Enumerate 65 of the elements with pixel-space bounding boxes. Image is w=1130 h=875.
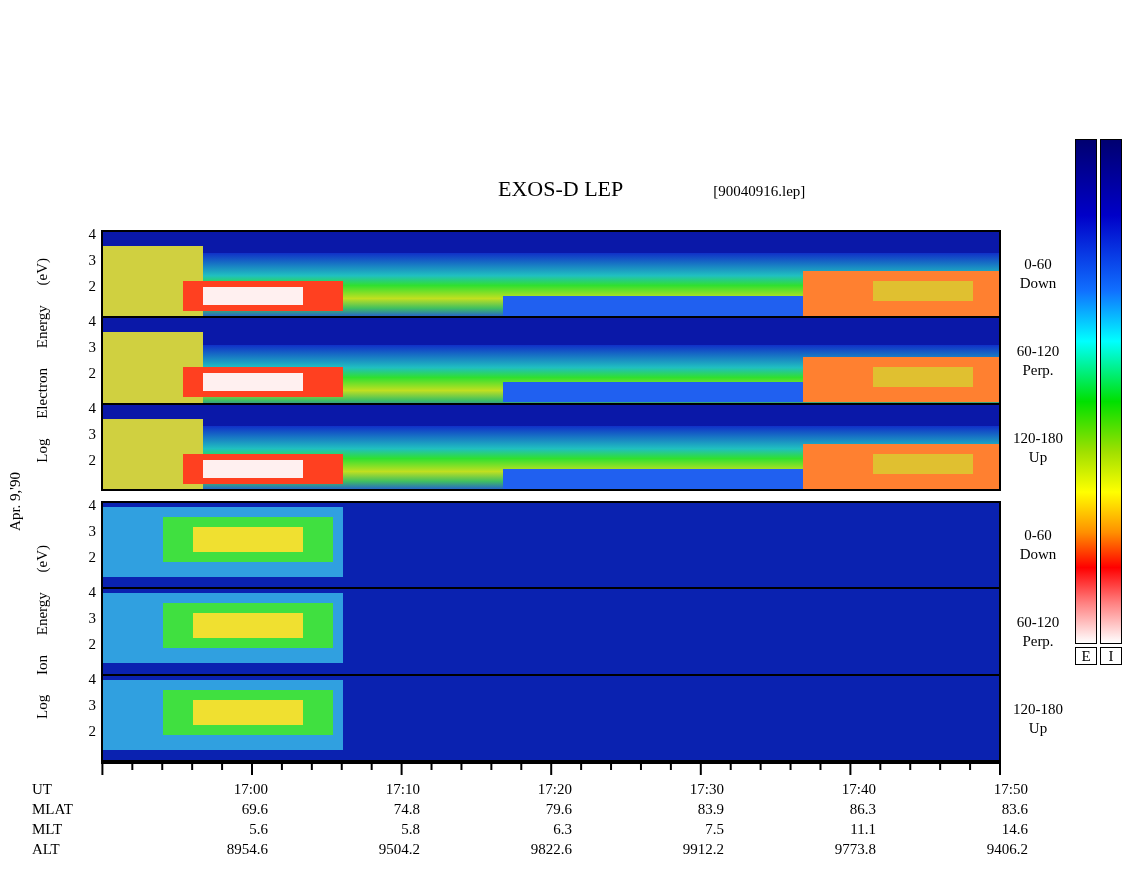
table-value: 17:20: [536, 780, 572, 799]
direction-label: Up: [1028, 718, 1048, 738]
colorbar-label: I: [1100, 647, 1122, 665]
tick-label: 2: [88, 451, 96, 469]
tick-label: 3: [88, 522, 96, 540]
table-value: 5.6: [248, 820, 268, 839]
angle-range-label: 120-180: [1013, 699, 1063, 719]
direction-label: Up: [1028, 447, 1048, 467]
tick-label: 4: [88, 225, 96, 243]
tick-label: 4: [88, 496, 96, 514]
date-label: Apr. 9,'90: [6, 471, 24, 531]
axis-label: Log Ion Energy (eV): [33, 544, 51, 719]
table-value: 9773.8: [833, 840, 876, 859]
tick-label: 2: [88, 722, 96, 740]
direction-label: Down: [1019, 544, 1057, 564]
table-value: 11.1: [849, 820, 876, 839]
axis-label: Log Electron Energy (eV): [33, 258, 51, 463]
row-label: UT: [31, 780, 53, 799]
colorbar-label: E: [1075, 647, 1097, 665]
table-value: 14.6: [1000, 820, 1028, 839]
table-value: 7.5: [704, 820, 724, 839]
angle-range-label: 60-120: [1016, 612, 1060, 632]
tick-label: 4: [88, 399, 96, 417]
row-label: MLAT: [31, 800, 74, 819]
tick-label: 4: [88, 670, 96, 688]
row-label: ALT: [31, 840, 61, 859]
table-value: 9912.2: [681, 840, 724, 859]
tick-label: 3: [88, 251, 96, 269]
angle-range-label: 120-180: [1013, 428, 1063, 448]
tick-label: 2: [88, 277, 96, 295]
tick-label: 3: [88, 609, 96, 627]
tick-label: 2: [88, 548, 96, 566]
table-value: 5.8: [400, 820, 420, 839]
direction-label: Perp.: [1022, 360, 1054, 380]
table-value: 17:00: [232, 780, 268, 799]
table-value: 83.6: [1000, 800, 1028, 819]
tick-label: 4: [88, 312, 96, 330]
table-value: 8954.6: [225, 840, 268, 859]
angle-range-label: 0-60: [1024, 525, 1052, 545]
file-name: [90040916.lep]: [713, 183, 806, 200]
table-value: 74.8: [392, 800, 420, 819]
table-value: 9822.6: [529, 840, 572, 859]
table-value: 83.9: [696, 800, 724, 819]
table-value: 86.3: [848, 800, 876, 819]
table-value: 17:10: [384, 780, 420, 799]
tick-label: 2: [88, 635, 96, 653]
table-value: 6.3: [552, 820, 572, 839]
table-value: 17:30: [688, 780, 724, 799]
angle-range-label: 60-120: [1016, 341, 1060, 361]
tick-label: 4: [88, 583, 96, 601]
direction-label: Down: [1019, 273, 1057, 293]
direction-label: Perp.: [1022, 631, 1054, 651]
tick-label: 3: [88, 338, 96, 356]
table-value: 17:40: [840, 780, 876, 799]
table-value: 9406.2: [985, 840, 1028, 859]
chart-title: EXOS-D LEP: [498, 176, 624, 202]
table-value: 69.6: [240, 800, 268, 819]
row-label: MLT: [31, 820, 64, 839]
table-value: 17:50: [992, 780, 1028, 799]
tick-label: 3: [88, 425, 96, 443]
tick-label: 2: [88, 364, 96, 382]
table-value: 9504.2: [377, 840, 420, 859]
angle-range-label: 0-60: [1024, 254, 1052, 274]
table-value: 79.6: [544, 800, 572, 819]
tick-label: 3: [88, 696, 96, 714]
